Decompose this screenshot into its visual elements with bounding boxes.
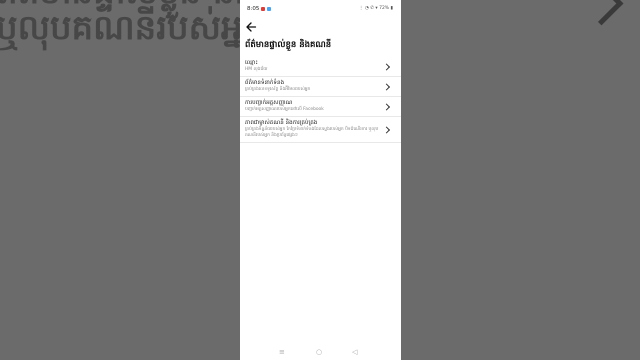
background-chevron-icon — [579, 0, 624, 26]
item-subtitle: គ្រប់គ្រងទិន្នន័យរបស់អ្នក កែប្រែទំនាក់ទំ… — [245, 127, 379, 138]
chevron-right-icon — [382, 82, 391, 91]
list-item-identity-confirmation[interactable]: ការបញ្ជាក់អត្តសញ្ញាណ បញ្ជាក់អត្តសញ្ញាណរប… — [240, 97, 401, 117]
chevron-right-icon — [382, 125, 391, 134]
list-item-contact-info[interactable]: ព័ត៌មានទំនាក់ទំនង គ្រប់គ្រងលេខទូរស័ព្ទ ន… — [240, 77, 401, 97]
status-bar: 8:05 ⋮ ◔ ✆ ▾ 72% ▮ — [240, 0, 401, 20]
chevron-right-icon — [382, 62, 391, 71]
system-nav-bar: ≡ ○ ◁ — [240, 344, 401, 360]
list-item-account-ownership[interactable]: ភាពជាម្ចាស់គណនី និងការគ្រប់គ្រង គ្រប់គ្រ… — [240, 117, 401, 143]
item-subtitle: គ្រប់គ្រងលេខទូរស័ព្ទ និងអ៊ីមែលរបស់អ្នក — [245, 87, 311, 92]
item-title: ភាពជាម្ចាស់គណនី និងការគ្រប់គ្រង — [245, 120, 318, 126]
page-title: ព័ត៌មានផ្ទាល់ខ្លួន និងគណនី — [245, 40, 332, 50]
home-nav-button[interactable]: ○ — [316, 348, 322, 356]
chevron-right-icon — [382, 102, 391, 111]
item-title: ឈ្មោះ — [245, 60, 258, 66]
status-indicators: ⋮ ◔ ✆ ▾ 72% ▮ — [358, 6, 393, 11]
back-nav-button[interactable]: ◁ — [352, 348, 357, 356]
item-title: ការបញ្ជាក់អត្តសញ្ញាណ — [245, 100, 293, 106]
arrow-left-icon — [246, 22, 257, 32]
item-title: ព័ត៌មានទំនាក់ទំនង — [245, 80, 285, 86]
settings-list: ឈ្មោះ HM លុងជ័យ ព័ត៌មានទំនាក់ទំនង គ្រប់គ… — [240, 57, 401, 143]
status-time: 8:05 — [247, 6, 260, 12]
menu-nav-button[interactable]: ≡ — [279, 348, 285, 356]
back-button[interactable] — [245, 18, 257, 32]
item-subtitle: បញ្ជាក់អត្តសញ្ញាណរបស់អ្នកនៅលើ Facebook — [245, 107, 324, 112]
item-subtitle: HM លុងជ័យ — [245, 67, 268, 72]
phone-screen: 8:05 ⋮ ◔ ✆ ▾ 72% ▮ ព័ត៌មានផ្ទាល់ខ្លួន និ… — [240, 0, 401, 360]
notification-icon — [267, 7, 271, 11]
list-item-name[interactable]: ឈ្មោះ HM លុងជ័យ — [240, 57, 401, 77]
notification-icon — [261, 7, 265, 11]
